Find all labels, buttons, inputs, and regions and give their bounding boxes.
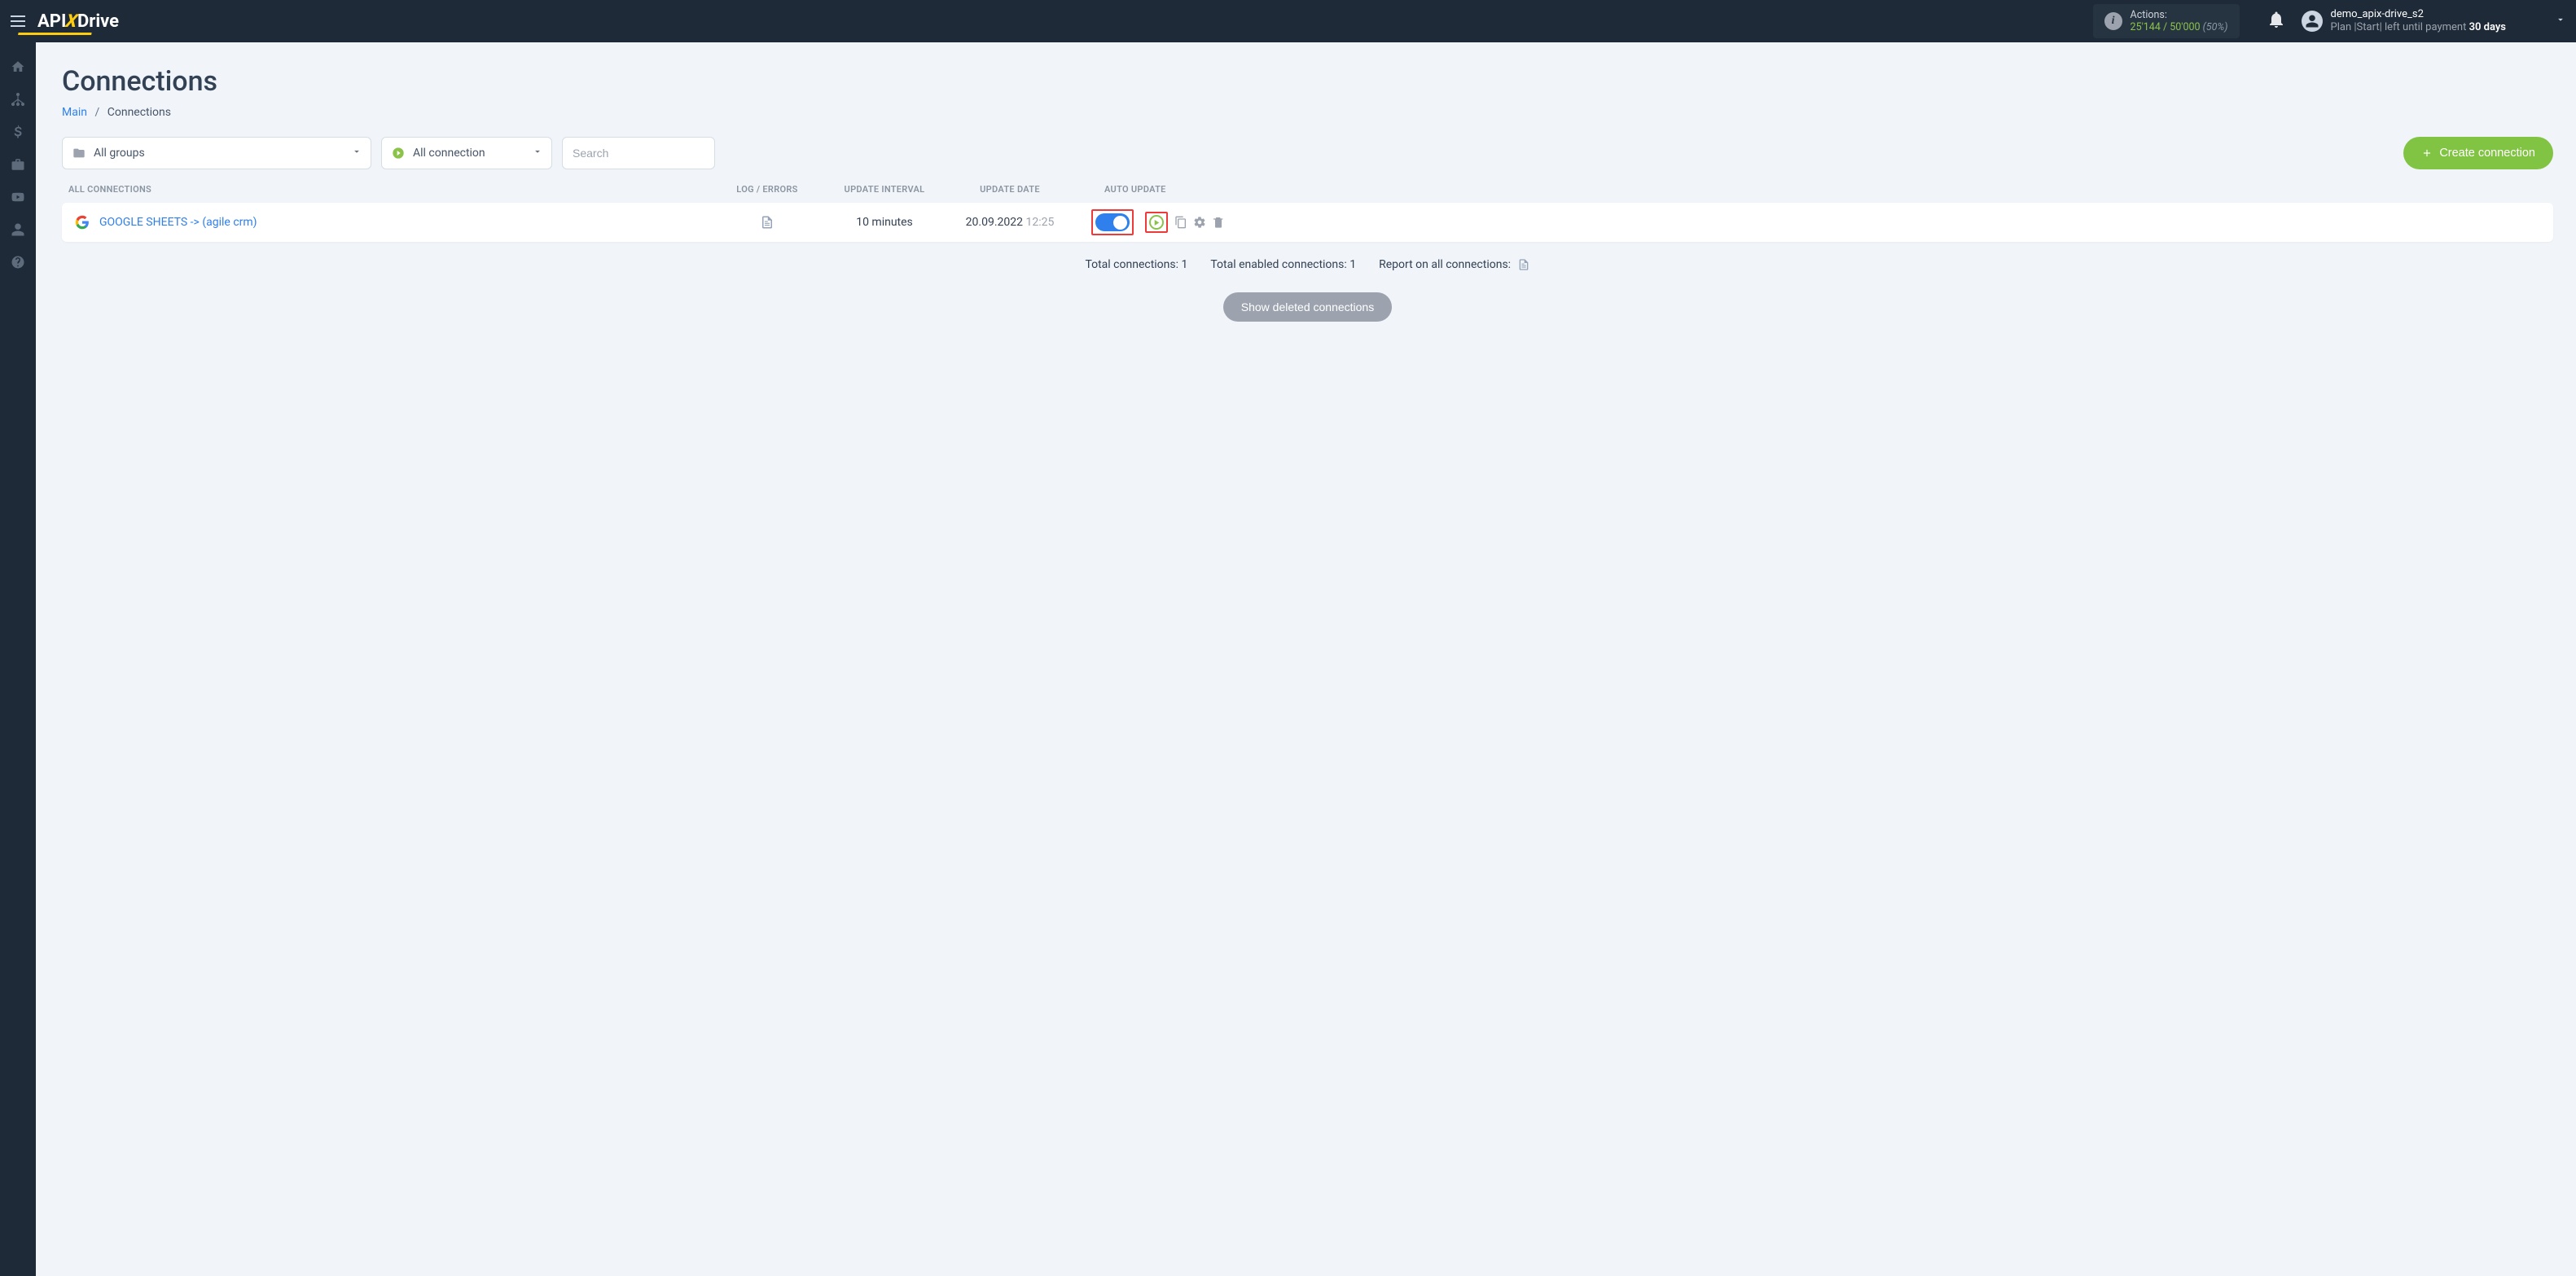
date-cell: 20.09.2022 12:25 xyxy=(946,216,1073,229)
column-header-date: UPDATE DATE xyxy=(946,184,1073,195)
plan-text: Plan |Start| left until payment xyxy=(2331,21,2469,33)
table-row: GOOGLE SHEETS -> (agile crm) 10 minutes … xyxy=(62,203,2553,242)
table-header: ALL CONNECTIONS LOG / ERRORS UPDATE INTE… xyxy=(62,184,2553,203)
gear-icon[interactable] xyxy=(1193,216,1206,229)
auto-update-toggle[interactable] xyxy=(1095,213,1130,231)
chevron-down-icon xyxy=(532,146,543,160)
user-menu-toggle[interactable] xyxy=(2555,14,2566,29)
logo[interactable]: APIXDrive xyxy=(37,11,119,32)
search-box xyxy=(562,137,715,169)
controls-row: All groups All connection Create connect… xyxy=(62,137,2553,169)
trash-icon[interactable] xyxy=(1212,216,1225,229)
chevron-down-icon xyxy=(351,146,362,160)
sidebar-item-billing[interactable] xyxy=(0,116,36,148)
page-title: Connections xyxy=(62,65,2553,98)
help-icon xyxy=(11,255,25,270)
groups-select-label: All groups xyxy=(94,147,145,160)
create-connection-button[interactable]: Create connection xyxy=(2403,137,2553,169)
total-enabled: Total enabled connections: 1 xyxy=(1210,258,1356,271)
sidebar-item-tools[interactable] xyxy=(0,148,36,181)
connection-name-cell: GOOGLE SHEETS -> (agile crm) xyxy=(68,215,712,230)
user-name: demo_apix-drive_s2 xyxy=(2331,8,2506,21)
chevron-down-icon xyxy=(2555,14,2566,25)
youtube-icon xyxy=(11,190,25,204)
hamburger-icon xyxy=(11,15,25,27)
google-icon xyxy=(75,215,90,230)
sidebar-item-account[interactable] xyxy=(0,213,36,246)
breadcrumb-main[interactable]: Main xyxy=(62,106,87,119)
breadcrumb: Main / Connections xyxy=(62,106,2553,119)
top-header: APIXDrive i Actions: 25'144 / 50'000 (50… xyxy=(0,0,2576,42)
notifications-button[interactable] xyxy=(2269,11,2284,31)
dollar-icon xyxy=(11,125,25,139)
sidebar-item-video[interactable] xyxy=(0,181,36,213)
highlight-box-toggle xyxy=(1091,209,1134,235)
auto-update-cell xyxy=(1073,209,1225,235)
actions-label: Actions: xyxy=(2131,9,2228,21)
column-header-auto: AUTO UPDATE xyxy=(1073,184,1217,195)
menu-toggle[interactable] xyxy=(0,0,36,42)
folder-icon xyxy=(72,147,86,160)
groups-select[interactable]: All groups xyxy=(62,137,371,169)
breadcrumb-current: Connections xyxy=(108,106,171,119)
document-icon[interactable] xyxy=(760,215,775,230)
actions-used: 25'144 xyxy=(2131,21,2161,33)
interval-cell: 10 minutes xyxy=(823,216,946,229)
sidebar-item-help[interactable] xyxy=(0,246,36,278)
avatar-icon xyxy=(2302,11,2323,32)
main-content: Connections Main / Connections All group… xyxy=(36,42,2576,354)
bell-icon xyxy=(2269,11,2284,28)
column-header-log: LOG / ERRORS xyxy=(712,184,823,195)
column-header-name: ALL CONNECTIONS xyxy=(68,184,712,195)
column-header-interval: UPDATE INTERVAL xyxy=(823,184,946,195)
actions-pct: (50%) xyxy=(2203,21,2228,33)
summary-row: Total connections: 1 Total enabled conne… xyxy=(62,258,2553,271)
status-select[interactable]: All connection xyxy=(381,137,552,169)
home-icon xyxy=(11,59,25,74)
run-now-button[interactable] xyxy=(1149,215,1164,230)
total-connections: Total connections: 1 xyxy=(1085,258,1187,271)
info-icon: i xyxy=(2104,12,2122,30)
play-icon xyxy=(1154,220,1160,226)
status-select-label: All connection xyxy=(413,147,485,160)
copy-icon[interactable] xyxy=(1174,216,1187,229)
actions-total: 50'000 xyxy=(2170,21,2200,33)
connection-name-link[interactable]: GOOGLE SHEETS -> (agile crm) xyxy=(99,216,257,229)
report-all: Report on all connections: xyxy=(1379,258,1529,271)
briefcase-icon xyxy=(11,157,25,172)
search-input[interactable] xyxy=(562,137,715,169)
play-circle-icon xyxy=(392,147,405,160)
highlight-box-play xyxy=(1145,212,1168,233)
sidebar-item-home[interactable] xyxy=(0,50,36,83)
plus-icon xyxy=(2421,147,2433,159)
sidebar xyxy=(0,42,36,1276)
log-cell xyxy=(712,215,823,230)
plan-days: 30 days xyxy=(2469,21,2506,33)
user-menu[interactable]: demo_apix-drive_s2 Plan |Start| left unt… xyxy=(2302,8,2506,33)
create-connection-label: Create connection xyxy=(2439,147,2535,160)
show-deleted-button[interactable]: Show deleted connections xyxy=(1223,292,1392,322)
document-icon[interactable] xyxy=(1517,258,1530,271)
connections-icon xyxy=(11,92,25,107)
sidebar-item-connections[interactable] xyxy=(0,83,36,116)
user-icon xyxy=(11,222,25,237)
actions-quota[interactable]: i Actions: 25'144 / 50'000 (50%) xyxy=(2093,4,2240,38)
